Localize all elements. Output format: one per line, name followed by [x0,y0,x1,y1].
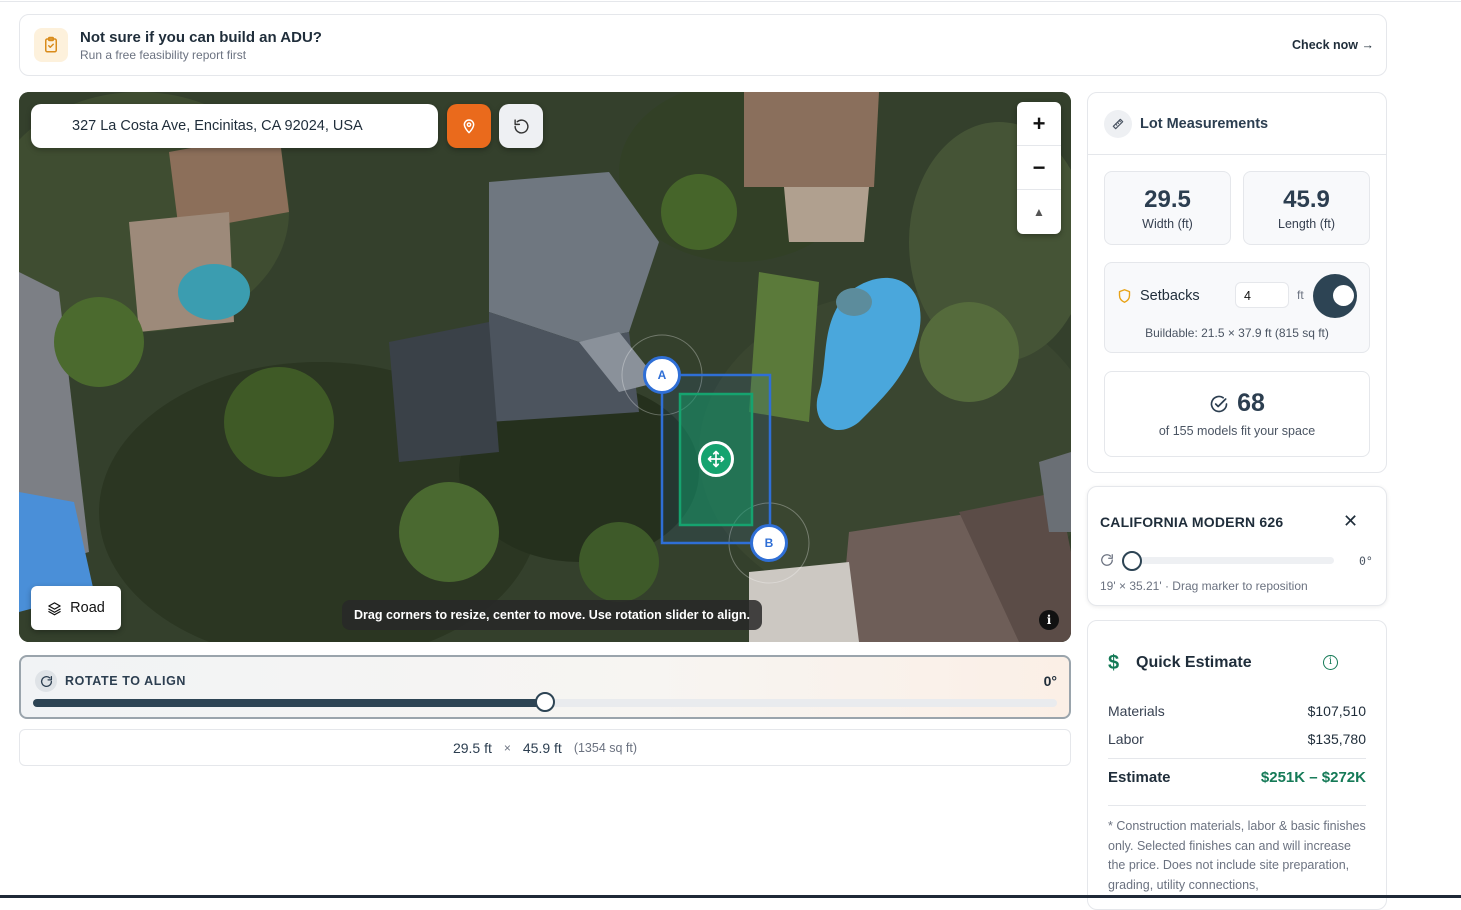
rotate-icon [35,670,57,692]
model-rotation-value: 0° [1359,554,1373,568]
move-icon [707,450,725,468]
check-circle-icon [1210,395,1228,412]
setbacks-card: Setbacks 4 ft Buildable: 21.5 × 37.9 ft … [1104,262,1370,353]
model-title: CALIFORNIA MODERN 626 [1100,514,1284,530]
map-hint: Drag corners to resize, center to move. … [342,600,762,630]
rotate-slider-fill [33,699,545,707]
satellite-imagery [19,92,1071,642]
estimate-title: Quick Estimate [1136,654,1252,671]
compass-button[interactable]: ▲ [1017,190,1061,234]
estimate-row-amount: $107,510 [1307,703,1366,719]
estimate-row-label: Materials [1108,703,1165,719]
top-border [0,0,1461,2]
dimension-area: (1354 sq ft) [573,740,638,755]
zoom-in-button[interactable]: + [1017,102,1061,146]
setbacks-unit: ft [1297,288,1304,302]
reset-button[interactable] [499,104,543,148]
selected-model-card: CALIFORNIA MODERN 626 ✕ 0° 19' × 35.21' … [1087,486,1387,606]
rotate-icon [1101,554,1113,566]
close-icon[interactable]: ✕ [1343,511,1358,532]
lot-title: Lot Measurements [1140,116,1269,132]
banner-title: Not sure if you can build an ADU? [80,29,322,46]
estimate-row-label: Labor [1108,731,1144,747]
clipboard-check-icon [34,28,68,62]
setbacks-toggle[interactable] [1313,274,1357,318]
map-layer-label: Road [70,600,105,616]
model-rotation-thumb[interactable] [1122,551,1142,571]
feasibility-banner: Not sure if you can build an ADU? Run a … [19,14,1387,76]
model-rotation-slider[interactable] [1122,551,1334,571]
rotate-panel: ROTATE TO ALIGN 0° [19,655,1071,719]
address-search-input[interactable]: 327 La Costa Ave, Encinitas, CA 92024, U… [31,104,438,148]
setbacks-label: Setbacks [1140,288,1200,304]
estimate-total-amount: $251K – $272K [1260,769,1366,786]
lot-length-value: 45.9 [1283,186,1330,213]
map-info-button[interactable]: i [1039,610,1059,630]
estimate-row-materials: Materials $107,510 [1108,703,1366,719]
map-layer-button[interactable]: Road [31,586,121,630]
satellite-map[interactable]: A B 327 La Costa Ave, Encinitas, CA 9202… [19,92,1071,642]
dimension-length: 45.9 ft [522,739,562,756]
ruler-icon [1104,110,1132,138]
zoom-out-button[interactable]: − [1017,146,1061,190]
divider [1108,758,1366,759]
shield-icon [1118,289,1131,303]
lot-length-card: 45.9 Length (ft) [1243,171,1370,245]
move-handle[interactable] [698,441,734,477]
rotate-slider[interactable] [33,692,1057,712]
quick-estimate-panel: $ Quick Estimate i Materials $107,510 La… [1087,620,1387,910]
estimate-total: Estimate $251K – $272K [1108,769,1366,786]
models-fit-card: 68 of 155 models fit your space [1104,371,1370,457]
dimension-width: 29.5 ft [452,739,492,756]
banner-subtitle: Run a free feasibility report first [80,48,247,62]
estimate-row-labor: Labor $135,780 [1108,731,1366,747]
lot-width-label: Width (ft) [1142,217,1193,231]
lot-width-card: 29.5 Width (ft) [1104,171,1231,245]
divider [1108,805,1366,806]
lot-measurements-panel: Lot Measurements 29.5 Width (ft) 45.9 Le… [1087,92,1387,473]
lot-length-label: Length (ft) [1278,217,1335,231]
layers-icon [48,601,61,615]
buildable-area: Buildable: 21.5 × 37.9 ft (815 sq ft) [1145,326,1329,340]
models-subtitle: of 155 models fit your space [1158,424,1316,438]
dimension-separator: × [503,740,511,755]
estimate-row-amount: $135,780 [1307,731,1366,747]
lot-header: Lot Measurements [1088,93,1386,155]
dollar-icon: $ [1108,652,1120,674]
toggle-knob [1333,285,1354,306]
check-now-link[interactable]: Check now → [1292,38,1374,52]
models-count: 68 [1237,389,1265,417]
map-pin-icon [463,119,475,134]
reset-icon [513,118,529,134]
rotate-label: ROTATE TO ALIGN [65,674,187,688]
lot-width-value: 29.5 [1144,186,1191,213]
corner-handle-b[interactable]: B [750,524,788,562]
dimension-summary: 29.5 ft × 45.9 ft (1354 sq ft) [19,729,1071,766]
corner-handle-a[interactable]: A [643,356,681,394]
rotate-value: 0° [1043,673,1057,689]
model-note: 19' × 35.21' · Drag marker to reposition [1100,579,1308,593]
estimate-disclaimer: * Construction materials, labor & basic … [1108,819,1366,892]
info-icon[interactable]: i [1323,655,1338,670]
rotate-slider-thumb[interactable] [535,692,555,712]
locate-button[interactable] [447,104,491,148]
zoom-controls: + − ▲ [1017,102,1061,234]
setbacks-input[interactable]: 4 [1235,282,1289,308]
estimate-total-label: Estimate [1108,769,1171,786]
